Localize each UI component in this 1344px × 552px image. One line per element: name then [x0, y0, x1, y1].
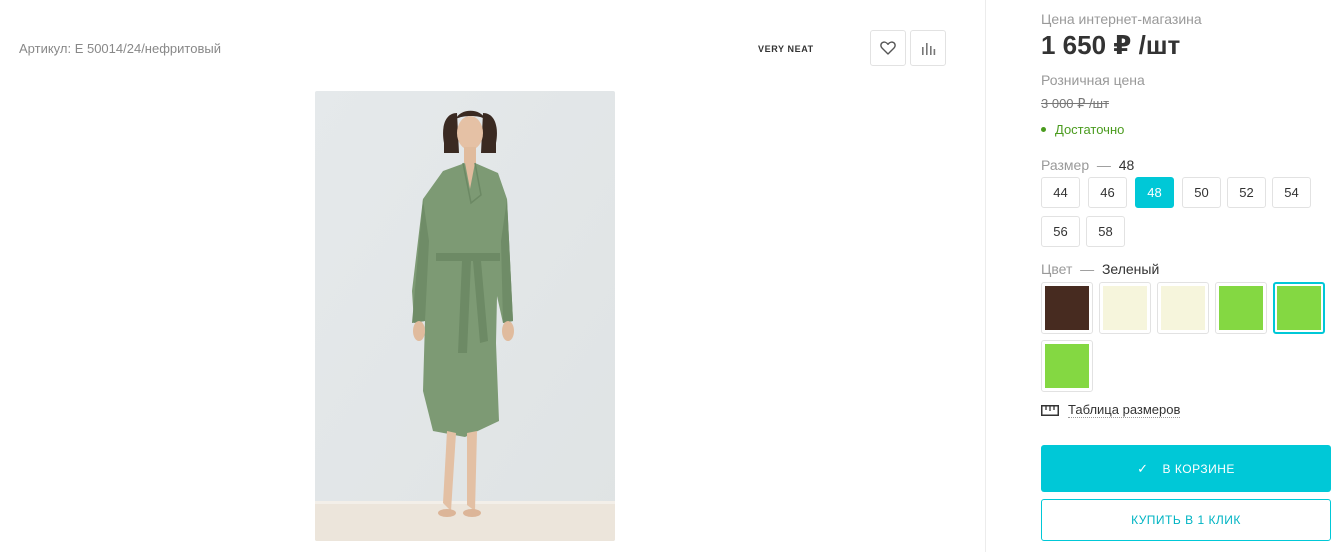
color-label: Цвет	[1041, 261, 1073, 277]
color-separator: —	[1080, 261, 1095, 277]
in-cart-label: В КОРЗИНЕ	[1162, 461, 1235, 476]
size-option-48[interactable]: 48	[1135, 177, 1174, 208]
size-table-label: Таблица размеров	[1068, 402, 1181, 418]
size-separator: —	[1096, 157, 1111, 173]
retail-price-label: Розничная цена	[1041, 72, 1145, 88]
brand-logo[interactable]: VERY NEAT	[758, 44, 814, 54]
color-swatch-green[interactable]	[1041, 340, 1093, 392]
stock-status-text: Достаточно	[1055, 122, 1125, 137]
size-option-46[interactable]: 46	[1088, 177, 1127, 208]
size-label: Размер	[1041, 157, 1090, 173]
size-option-44[interactable]: 44	[1041, 177, 1080, 208]
product-photo[interactable]	[315, 91, 615, 541]
stock-status: Достаточно	[1041, 122, 1124, 137]
check-icon: ✓	[1137, 460, 1149, 476]
model-in-green-robe-image	[315, 91, 615, 541]
product-gallery-area: Артикул: E 50014/24/нефритовый VERY NEAT	[0, 0, 985, 552]
buy-one-click-button[interactable]: КУПИТЬ В 1 КЛИК	[1041, 499, 1331, 541]
color-swatch-green-selected[interactable]	[1273, 282, 1325, 334]
size-option-50[interactable]: 50	[1182, 177, 1221, 208]
bar-chart-icon	[922, 43, 936, 55]
retail-price: 3 000 ₽ /шт	[1041, 96, 1110, 111]
ruler-icon	[1041, 404, 1059, 416]
color-selector-title: Цвет — Зеленый	[1041, 261, 1159, 277]
size-option-58[interactable]: 58	[1086, 216, 1125, 247]
color-swatch-cream[interactable]	[1157, 282, 1209, 334]
size-table-link[interactable]: Таблица размеров	[1041, 402, 1181, 418]
column-divider	[985, 0, 986, 552]
online-price: 1 650 ₽ /шт	[1041, 30, 1181, 60]
article-number: Артикул: E 50014/24/нефритовый	[19, 41, 221, 56]
size-option-56[interactable]: 56	[1041, 216, 1080, 247]
selected-color-value: Зеленый	[1101, 261, 1160, 277]
favorite-button[interactable]	[870, 30, 906, 66]
compare-button[interactable]	[910, 30, 946, 66]
heart-icon	[880, 41, 896, 55]
stock-dot-icon	[1041, 127, 1046, 132]
size-option-52[interactable]: 52	[1227, 177, 1266, 208]
selected-size-value: 48	[1118, 157, 1135, 173]
in-cart-button[interactable]: ✓ В КОРЗИНЕ	[1041, 445, 1331, 492]
color-swatch-brown[interactable]	[1041, 282, 1093, 334]
color-swatch-cream[interactable]	[1099, 282, 1151, 334]
size-option-54[interactable]: 54	[1272, 177, 1311, 208]
size-selector-title: Размер — 48	[1041, 157, 1134, 173]
online-price-label: Цена интернет-магазина	[1041, 11, 1202, 27]
color-swatch-green[interactable]	[1215, 282, 1267, 334]
